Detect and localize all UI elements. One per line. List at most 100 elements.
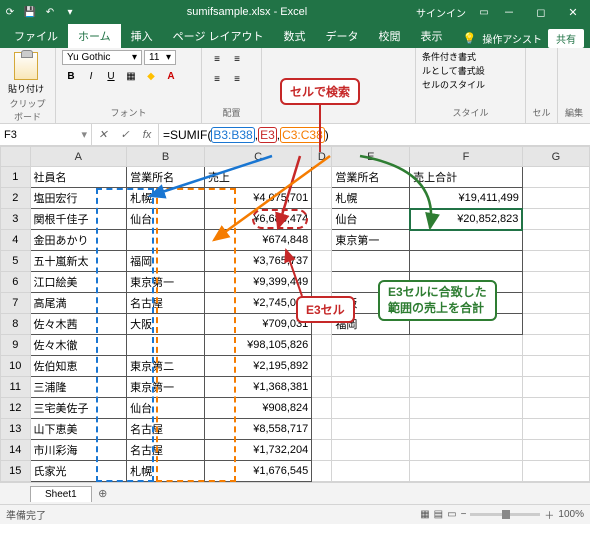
tab-file[interactable]: ファイル [4, 24, 68, 48]
cell[interactable] [522, 209, 589, 230]
cell[interactable] [332, 251, 410, 272]
col-header[interactable]: D [312, 147, 332, 167]
cell[interactable]: 関根千佳子 [30, 209, 127, 230]
cell[interactable] [410, 335, 523, 356]
col-header[interactable]: C [204, 147, 311, 167]
cell[interactable] [312, 188, 332, 209]
view-normal-icon[interactable]: ▦ [420, 509, 429, 520]
cell[interactable] [332, 398, 410, 419]
zoom-level[interactable]: 100% [558, 509, 584, 520]
cell[interactable]: 売上合計 [410, 167, 523, 188]
tab-data[interactable]: データ [316, 24, 369, 48]
signin-link[interactable]: サインイン [416, 5, 466, 20]
row-header[interactable]: 10 [1, 356, 31, 377]
row-header[interactable]: 14 [1, 440, 31, 461]
cell[interactable]: 五十嵐新太 [30, 251, 127, 272]
save-icon[interactable]: 💾 [22, 4, 38, 20]
cell[interactable] [410, 461, 523, 482]
cell[interactable]: ¥1,676,545 [204, 461, 311, 482]
minimize-button[interactable]: － [494, 0, 524, 24]
align-mid-button[interactable]: ≡ [228, 50, 246, 68]
cell[interactable] [522, 377, 589, 398]
select-all-corner[interactable] [1, 147, 31, 167]
cell[interactable]: 営業所名 [127, 167, 205, 188]
cell[interactable] [332, 440, 410, 461]
cell[interactable]: 売上 [204, 167, 311, 188]
cell[interactable] [410, 440, 523, 461]
cell[interactable] [522, 419, 589, 440]
tab-review[interactable]: 校閲 [369, 24, 411, 48]
cell[interactable] [332, 335, 410, 356]
bold-button[interactable]: B [62, 67, 80, 85]
cell[interactable] [312, 230, 332, 251]
paste-button[interactable]: 貼り付け [6, 50, 46, 97]
tell-me-label[interactable]: 操作アシスト [482, 31, 542, 46]
cell[interactable]: ¥8,558,717 [204, 419, 311, 440]
cell[interactable]: ¥1,368,381 [204, 377, 311, 398]
add-sheet-button[interactable]: ⊕ [94, 485, 112, 503]
cell[interactable] [312, 377, 332, 398]
tab-insert[interactable]: 挿入 [121, 24, 163, 48]
border-button[interactable]: ▦ [122, 67, 140, 85]
align-top-button[interactable]: ≡ [208, 50, 226, 68]
cell[interactable] [332, 419, 410, 440]
cell[interactable]: ¥98,105,826 [204, 335, 311, 356]
cell[interactable] [522, 293, 589, 314]
cell[interactable] [410, 377, 523, 398]
cell[interactable]: 佐々木茜 [30, 314, 127, 335]
cell[interactable] [522, 335, 589, 356]
row-header[interactable]: 8 [1, 314, 31, 335]
row-header[interactable]: 9 [1, 335, 31, 356]
cell[interactable]: 札幌 [332, 188, 410, 209]
cell[interactable]: ¥674,848 [204, 230, 311, 251]
cell[interactable]: 営業所名 [332, 167, 410, 188]
cell[interactable]: 高尾満 [30, 293, 127, 314]
cell[interactable] [410, 251, 523, 272]
cell[interactable]: 三宅美佐子 [30, 398, 127, 419]
cell[interactable] [312, 440, 332, 461]
align-left-button[interactable]: ≡ [208, 70, 226, 88]
font-color-button[interactable]: A [162, 67, 180, 85]
cell[interactable] [522, 167, 589, 188]
spreadsheet-grid[interactable]: A B C D E F G 1 社員名 営業所名 売上 営業所名 売上合計 2塩… [0, 146, 590, 482]
cell[interactable] [127, 335, 205, 356]
row-header[interactable]: 3 [1, 209, 31, 230]
cell[interactable] [312, 209, 332, 230]
row-header[interactable]: 6 [1, 272, 31, 293]
row-header[interactable]: 4 [1, 230, 31, 251]
font-name-combo[interactable]: Yu Gothic▾ [62, 50, 142, 65]
cell[interactable] [522, 356, 589, 377]
cell[interactable]: 福岡 [127, 251, 205, 272]
close-button[interactable]: ✕ [558, 0, 588, 24]
cancel-formula-button[interactable]: ✕ [92, 124, 114, 145]
row-header[interactable]: 2 [1, 188, 31, 209]
cond-format-button[interactable]: 条件付き書式 [422, 50, 476, 63]
cell[interactable]: 仙台 [127, 398, 205, 419]
cell[interactable] [522, 440, 589, 461]
cell[interactable]: 金田あかり [30, 230, 127, 251]
col-header[interactable]: E [332, 147, 410, 167]
row-header[interactable]: 5 [1, 251, 31, 272]
cell[interactable]: ¥4,075,701 [204, 188, 311, 209]
cell[interactable] [312, 167, 332, 188]
undo-icon[interactable]: ↶ [42, 4, 58, 20]
cell[interactable] [312, 419, 332, 440]
share-button[interactable]: 共有 [548, 29, 584, 48]
cell-styles-button[interactable]: セルのスタイル [422, 78, 485, 91]
row-header[interactable]: 15 [1, 461, 31, 482]
tab-home[interactable]: ホーム [68, 24, 121, 48]
cell[interactable]: 社員名 [30, 167, 127, 188]
cell[interactable]: 大阪 [127, 314, 205, 335]
cell[interactable]: 仙台 [127, 209, 205, 230]
tab-view[interactable]: 表示 [411, 24, 453, 48]
cell[interactable] [312, 398, 332, 419]
view-break-icon[interactable]: ▭ [447, 509, 456, 520]
col-header[interactable]: A [30, 147, 127, 167]
fill-color-button[interactable]: ◆ [142, 67, 160, 85]
tab-formulas[interactable]: 数式 [274, 24, 316, 48]
row-header[interactable]: 13 [1, 419, 31, 440]
cell[interactable] [127, 230, 205, 251]
cell[interactable]: ¥20,852,823 [410, 209, 523, 230]
cell[interactable] [522, 230, 589, 251]
cell[interactable] [312, 251, 332, 272]
